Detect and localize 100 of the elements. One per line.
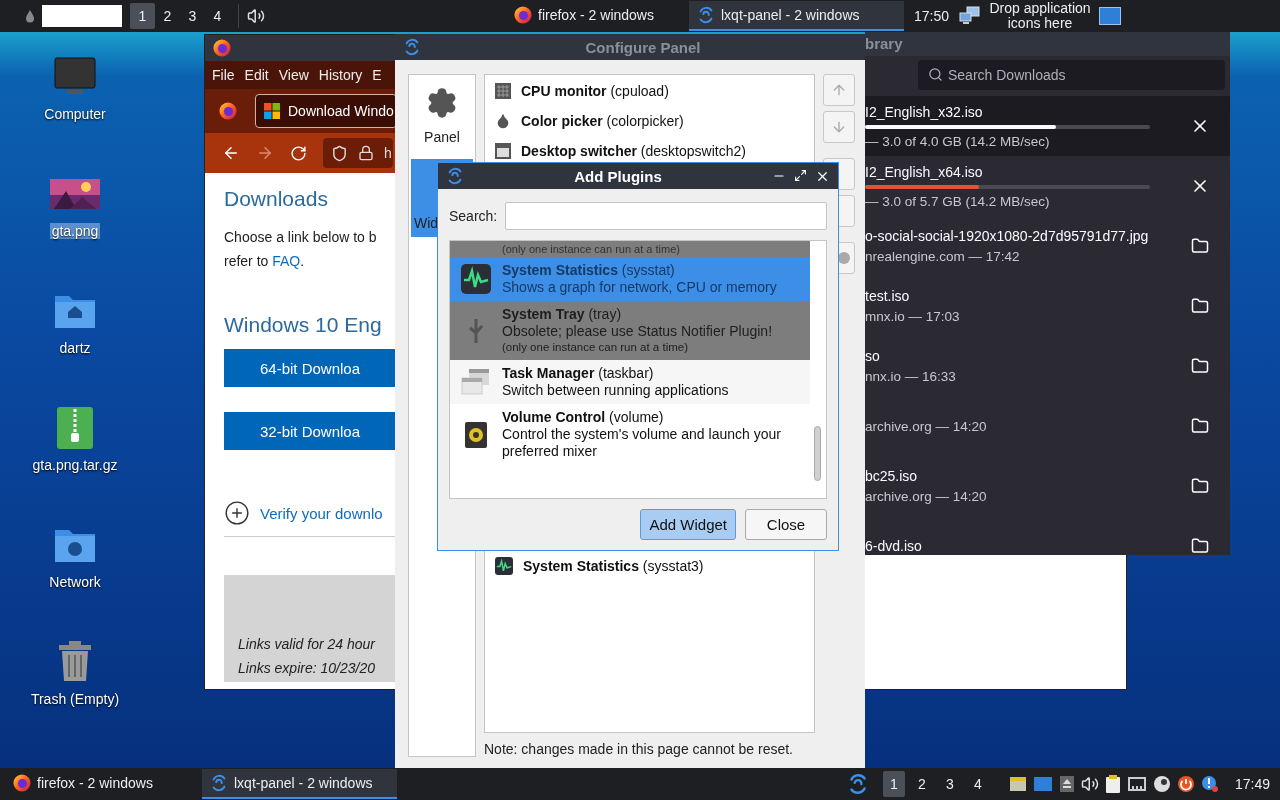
download-row[interactable]: archive.org — 14:20: [865, 396, 1230, 456]
clock[interactable]: 17:50: [904, 8, 960, 24]
search-field[interactable]: [505, 202, 827, 230]
file-name: bc25.iso: [865, 468, 919, 484]
input-field[interactable]: [42, 5, 122, 27]
steam-icon[interactable]: [1152, 775, 1171, 793]
drop-hint: Drop application icons here: [988, 1, 1092, 31]
alert-icon[interactable]: [1200, 775, 1219, 793]
taskbar-button[interactable]: firefox - 2 windows: [5, 769, 200, 799]
taskbar-button[interactable]: lxqt-panel - 2 windows: [202, 769, 397, 799]
drop-icon[interactable]: [24, 9, 36, 23]
verify-link[interactable]: Verify your downlo: [224, 500, 396, 526]
lxqt-logo-icon: [210, 774, 228, 792]
plugin-description: Control the system's volume and launch your preferred mixer: [502, 426, 782, 460]
clock[interactable]: 17:49: [1224, 776, 1280, 792]
desktop-switch-button[interactable]: 1: [130, 3, 155, 29]
archive-icon[interactable]: [55, 405, 95, 451]
network-icon[interactable]: [959, 6, 982, 26]
window-icon[interactable]: [1032, 775, 1053, 793]
download-row[interactable]: 6-dvd.iso: [865, 516, 1230, 555]
browser-tab[interactable]: Download Windo: [255, 94, 397, 128]
volume-icon[interactable]: [1080, 775, 1099, 793]
plugin-item[interactable]: Task Manager (taskbar) Switch between running applications: [450, 360, 810, 404]
download-row[interactable]: so nnx.io — 16:33: [865, 336, 1230, 396]
download-button[interactable]: 32-bit Downloa: [224, 412, 396, 450]
volume-icon[interactable]: [247, 7, 265, 25]
clipboard-icon[interactable]: [1104, 774, 1121, 794]
search-label: Search:: [449, 208, 498, 224]
eject-icon[interactable]: [1058, 775, 1075, 793]
download-row[interactable]: I2_English_x64.iso — 3.0 of 5.7 GB (14.2 MB/sec): [865, 156, 1230, 216]
update-icon[interactable]: [1176, 775, 1195, 793]
page-heading: Downloads: [224, 187, 329, 211]
desktop-icon-label[interactable]: gta.png.tar.gz: [30, 457, 120, 473]
folder-icon[interactable]: [1191, 417, 1209, 435]
note-text: Note: changes made in this page cannot be reset.: [484, 741, 794, 757]
desktop-switch-button[interactable]: 3: [180, 3, 205, 29]
window-title: Add Plugins: [573, 167, 663, 185]
download-row[interactable]: I2_English_x32.iso — 3.0 of 4.0 GB (14.2 MB/sec): [865, 96, 1230, 156]
folder-icon[interactable]: [1191, 237, 1209, 255]
faq-link[interactable]: FAQ: [272, 253, 301, 269]
window-icon[interactable]: [1099, 7, 1122, 25]
menu-item[interactable]: View: [278, 67, 309, 83]
file-name: I2_English_x32.iso: [865, 103, 984, 120]
network-icon[interactable]: [1126, 775, 1147, 793]
desktop-icon-label[interactable]: dartz: [57, 340, 93, 356]
info-note: Links expire: 10/23/20: [238, 659, 376, 678]
grid-icon: [495, 83, 511, 99]
windows-stack-icon: [461, 368, 491, 396]
firefox-logo-icon: [514, 6, 533, 24]
folder-icon[interactable]: [1191, 477, 1209, 495]
desktop-switch-button[interactable]: 3: [938, 771, 961, 797]
desktop-switch-button[interactable]: 4: [966, 771, 989, 797]
plugin-item[interactable]: System Statistics (sysstat) Shows a graph for network, CPU or memory: [450, 257, 810, 301]
download-status: nrealengine.com — 17:42: [865, 249, 1021, 264]
menu-item[interactable]: E: [372, 67, 382, 83]
download-status: — 3.0 of 4.0 GB (14.2 MB/sec): [865, 133, 1051, 149]
arrow-up-icon: [831, 82, 847, 98]
folder-icon[interactable]: [1191, 357, 1209, 375]
menu-item[interactable]: Edit: [244, 67, 269, 83]
menu-item[interactable]: File: [212, 67, 235, 83]
info-note: Links valid for 24 hour: [238, 635, 377, 654]
download-row[interactable]: test.iso mnx.io — 17:03: [865, 276, 1230, 336]
shield-icon[interactable]: [331, 144, 348, 162]
speaker-icon: [465, 421, 487, 448]
notes-icon[interactable]: [1008, 775, 1027, 793]
back-icon[interactable]: [222, 144, 240, 162]
download-row[interactable]: o-social-social-1920x1080-2d7d95791d77.jpg nrealengine.com — 17:42: [865, 216, 1230, 276]
desktop-switch-button[interactable]: 2: [910, 771, 933, 797]
taskbar-button[interactable]: lxqt-panel - 2 windows: [689, 1, 904, 31]
folder-icon[interactable]: [1191, 297, 1209, 315]
file-name: test.iso: [865, 288, 911, 304]
sidebar-item[interactable]: Panel: [411, 77, 473, 155]
desktop-switch-button[interactable]: 4: [205, 3, 230, 29]
lock-icon[interactable]: [358, 145, 374, 161]
url-field[interactable]: h: [323, 138, 393, 168]
folder-icon[interactable]: [1191, 537, 1209, 555]
reload-icon[interactable]: [290, 144, 307, 162]
download-status: archive.org — 14:20: [865, 418, 988, 434]
arrow-down-icon: [831, 119, 847, 135]
dialog-button[interactable]: Close: [745, 509, 827, 540]
circle-icon: [838, 252, 850, 264]
scrollbar-thumb[interactable]: [814, 426, 821, 481]
plugin-name: Color picker (colorpicker): [521, 113, 684, 129]
taskbar-button[interactable]: firefox - 2 windows: [479, 1, 689, 31]
plugin-note: (only one instance can run at a time): [450, 241, 810, 257]
desktop-switch-button[interactable]: 1: [882, 771, 905, 797]
desktop-icon-label[interactable]: Network: [47, 574, 103, 590]
lxqt-logo-icon: [446, 167, 464, 185]
desktop-icon-label[interactable]: Computer: [42, 106, 108, 122]
search-icon: [928, 67, 943, 82]
download-button[interactable]: 64-bit Downloa: [224, 349, 396, 387]
menu-item[interactable]: History: [318, 67, 363, 83]
dialog-button[interactable]: Add Widget: [640, 509, 736, 540]
desktop-switch-button[interactable]: 2: [155, 3, 180, 29]
graph-icon: [461, 264, 491, 294]
download-row[interactable]: bc25.iso archive.org — 14:20: [865, 456, 1230, 516]
maximize-icon[interactable]: [794, 168, 807, 182]
window-title: Configure Panel: [584, 38, 702, 56]
desktop-icon-label[interactable]: Trash (Empty): [28, 691, 122, 707]
search-field[interactable]: Search Downloads: [918, 60, 1225, 90]
